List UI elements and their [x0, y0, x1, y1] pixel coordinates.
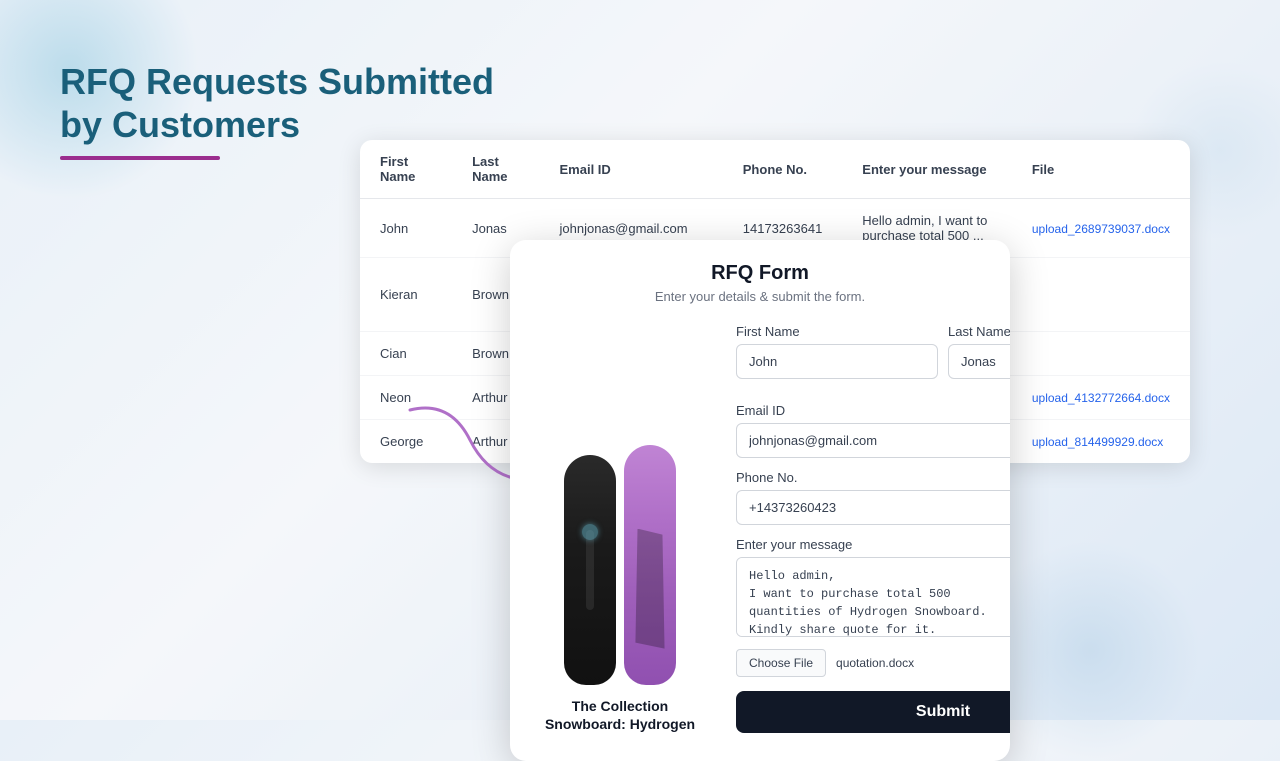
message-textarea[interactable] [736, 557, 1010, 637]
message-label: Enter your message [736, 537, 1010, 552]
snowboard-pink [624, 445, 676, 685]
file-link[interactable]: upload_4132772664.docx [1032, 391, 1170, 405]
col-message: Enter your message [842, 140, 1012, 199]
file-upload-row: Choose File quotation.docx [736, 649, 1010, 677]
product-name: The CollectionSnowboard: Hydrogen [545, 697, 695, 733]
modal-header: RFQ Form Enter your details & submit the… [510, 240, 1010, 312]
first-name-label: First Name [736, 324, 938, 339]
col-first-name: First Name [360, 140, 452, 199]
last-name-input[interactable] [948, 344, 1010, 379]
title-underline [60, 156, 220, 160]
modal-subtitle: Enter your details & submit the form. [530, 289, 990, 304]
phone-input[interactable] [736, 490, 1010, 525]
product-section: The CollectionSnowboard: Hydrogen [520, 312, 720, 733]
page-title: RFQ Requests Submitted by Customers [60, 60, 494, 146]
col-last-name: Last Name [452, 140, 539, 199]
email-input[interactable] [736, 423, 1010, 458]
file-link[interactable]: upload_814499929.docx [1032, 435, 1163, 449]
name-row: First Name Last Name [736, 324, 1010, 391]
email-label: Email ID [736, 403, 1010, 418]
col-phone: Phone No. [723, 140, 843, 199]
col-file: File [1012, 140, 1190, 199]
snowboard-black [564, 455, 616, 685]
first-name-group: First Name [736, 324, 938, 379]
message-group: Enter your message [736, 537, 1010, 637]
form-section: First Name Last Name Email ID Phone No. … [720, 312, 1010, 733]
rfq-modal: RFQ Form Enter your details & submit the… [510, 240, 1010, 761]
table-header-row: First Name Last Name Email ID Phone No. … [360, 140, 1190, 199]
submit-button[interactable]: Submit [736, 691, 1010, 733]
last-name-group: Last Name [948, 324, 1010, 379]
file-link[interactable]: upload_2689739037.docx [1032, 222, 1170, 236]
choose-file-button[interactable]: Choose File [736, 649, 826, 677]
bg-decoration-br [980, 540, 1200, 760]
modal-title: RFQ Form [530, 262, 990, 285]
email-group: Email ID [736, 403, 1010, 458]
last-name-label: Last Name [948, 324, 1010, 339]
phone-group: Phone No. [736, 470, 1010, 525]
col-email: Email ID [540, 140, 723, 199]
snowboard-image [564, 435, 676, 685]
file-name-display: quotation.docx [836, 656, 914, 670]
modal-body: The CollectionSnowboard: Hydrogen First … [510, 312, 1010, 733]
first-name-input[interactable] [736, 344, 938, 379]
phone-label: Phone No. [736, 470, 1010, 485]
